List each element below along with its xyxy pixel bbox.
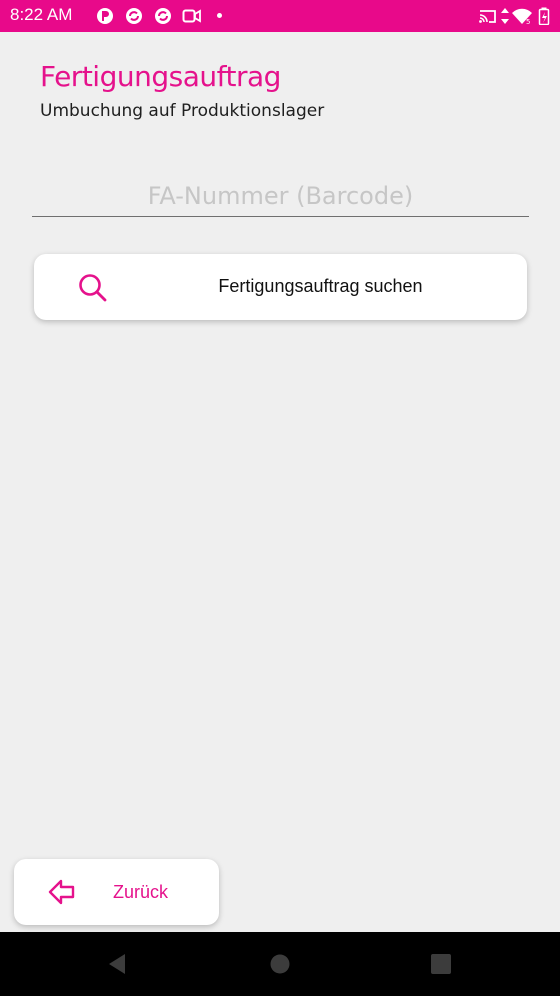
nav-home-icon[interactable]	[270, 954, 290, 974]
status-bar: 8:22 AM 5	[0, 0, 560, 32]
sync-icon	[126, 8, 142, 24]
back-label: Zurück	[113, 882, 169, 902]
notification-dot-icon	[217, 13, 222, 18]
navigation-bar	[0, 932, 560, 996]
search-icon	[79, 274, 107, 302]
nav-recents-icon[interactable]	[431, 954, 451, 974]
app-notification-icon	[97, 8, 113, 24]
search-order-label: Fertigungsauftrag suchen	[218, 276, 423, 296]
search-order-button[interactable]: Fertigungsauftrag suchen	[34, 254, 527, 320]
nav-back-icon[interactable]	[107, 953, 127, 975]
battery-icon	[538, 7, 550, 25]
data-arrows-icon	[501, 8, 509, 24]
page-title: Fertigungsauftrag	[40, 60, 281, 93]
back-button[interactable]: Zurück	[14, 859, 219, 925]
page-subtitle: Umbuchung auf Produktionslager	[40, 101, 325, 121]
cast-icon	[479, 10, 496, 23]
status-time: 8:22 AM	[10, 5, 73, 24]
wifi-icon: 5	[512, 8, 532, 25]
back-arrow-icon	[48, 879, 75, 905]
sync-icon	[155, 8, 171, 24]
svg-text:5: 5	[526, 18, 530, 25]
fa-number-input[interactable]	[32, 176, 529, 217]
video-icon	[182, 9, 201, 23]
